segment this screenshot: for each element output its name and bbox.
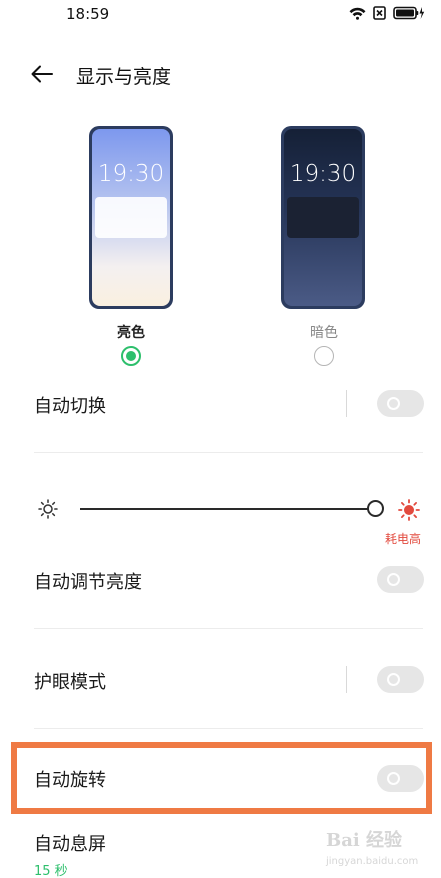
wifi-icon (349, 7, 366, 20)
high-power-warning: 耗电高 (384, 532, 421, 546)
light-theme-radio[interactable] (121, 346, 141, 366)
auto-brightness-toggle[interactable] (377, 566, 424, 593)
auto-switch-row[interactable]: 自动切换 (0, 384, 441, 424)
auto-brightness-row[interactable]: 自动调节亮度 (0, 560, 441, 600)
vertical-divider (346, 666, 347, 693)
page-title: 显示与亮度 (76, 66, 172, 88)
screen-timeout-value: 15 秒 (34, 864, 68, 878)
screen-timeout-label: 自动息屏 (34, 834, 106, 855)
divider (34, 452, 423, 453)
eye-care-label: 护眼模式 (34, 672, 106, 693)
watermark-logo: Bai 经验 (326, 830, 402, 851)
eye-care-toggle[interactable] (377, 666, 424, 693)
dark-theme-label: 暗色 (310, 325, 338, 341)
brightness-slider-thumb[interactable] (367, 500, 384, 517)
watermark-url: jingyan.baidu.com (326, 856, 419, 867)
status-time: 18:59 (66, 5, 110, 23)
vertical-divider (346, 390, 347, 417)
back-button[interactable] (28, 60, 56, 88)
eye-care-row[interactable]: 护眼模式 (0, 660, 441, 700)
dark-theme-radio[interactable] (314, 346, 334, 366)
brightness-low-icon (38, 499, 58, 519)
divider (34, 728, 423, 729)
status-bar: 18:59 (0, 0, 441, 30)
light-preview-clock: 19:30 (97, 161, 165, 187)
light-theme-preview[interactable]: 19:30 (89, 126, 173, 309)
light-preview-widget (95, 197, 167, 238)
auto-switch-label: 自动切换 (34, 396, 106, 417)
light-theme-label: 亮色 (117, 325, 145, 341)
dark-preview-clock: 19:30 (289, 161, 357, 187)
arrow-left-icon (31, 65, 53, 83)
sim-off-icon (373, 6, 386, 20)
watermark: Bai 经验 jingyan.baidu.com (322, 822, 432, 874)
page-header: 显示与亮度 (0, 54, 441, 94)
light-preview-screen: 19:30 (92, 129, 170, 306)
brightness-high-icon (398, 499, 420, 521)
toggle-knob (387, 397, 400, 410)
dark-theme-preview[interactable]: 19:30 (281, 126, 365, 309)
toggle-knob (387, 673, 400, 686)
toggle-knob (387, 573, 400, 586)
dark-preview-screen: 19:30 (284, 129, 362, 306)
brightness-slider[interactable] (80, 508, 370, 510)
highlight-annotation (11, 742, 432, 814)
battery-charging-icon (393, 6, 425, 20)
divider (34, 628, 423, 629)
brightness-control (0, 492, 441, 532)
status-icons (349, 6, 425, 20)
auto-switch-toggle[interactable] (377, 390, 424, 417)
auto-brightness-label: 自动调节亮度 (34, 572, 142, 593)
dark-preview-widget (287, 197, 359, 238)
